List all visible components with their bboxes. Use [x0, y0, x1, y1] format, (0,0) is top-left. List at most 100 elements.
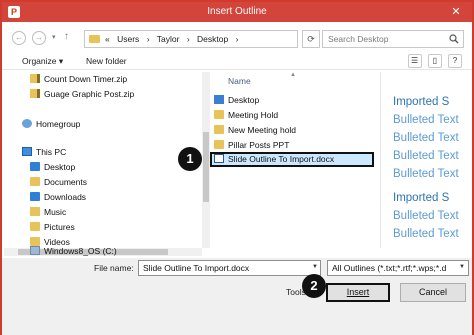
file-item-meeting-hold[interactable]: Meeting Hold [214, 110, 370, 123]
breadcrumb-separator: › [235, 34, 239, 44]
preview-heading: Imported S [393, 96, 450, 108]
nav-item-label: Homegroup [36, 119, 81, 129]
drive-icon [30, 246, 40, 255]
nav-item-label: Count Down Timer.zip [44, 74, 128, 84]
pictures-folder-icon [30, 222, 40, 231]
dialog-title: Insert Outline [207, 6, 267, 17]
pc-icon [22, 147, 32, 156]
nav-item-desktop[interactable]: Desktop [30, 162, 75, 175]
preview-pane: Imported S Bulleted Text Bulleted Text B… [380, 72, 472, 248]
view-controls: ☰ ▯ ? [404, 54, 462, 68]
nav-item-label: Music [44, 207, 67, 217]
up-button[interactable]: ↑ [64, 31, 69, 42]
step-two-callout: 2 [302, 274, 326, 298]
file-name-field[interactable]: Slide Outline To Import.docx ▼ [138, 260, 321, 276]
videos-folder-icon [30, 237, 40, 246]
preview-heading: Imported S [393, 192, 450, 204]
file-item-new-meeting-hold[interactable]: New Meeting hold [214, 125, 370, 138]
navigation-pane: Count Down Timer.zip Guage Graphic Post.… [4, 72, 202, 248]
close-button[interactable]: ✕ [448, 4, 464, 20]
file-list: Name ▲ Desktop Meeting Hold New Meeting … [210, 72, 376, 248]
nav-item-label: Desktop [44, 162, 76, 172]
insert-button-label: Insert [346, 287, 370, 297]
nav-item-label: Pictures [44, 222, 75, 232]
nav-item-count-down-timer-zip[interactable]: Count Down Timer.zip [30, 74, 127, 87]
navigation-scrollbar[interactable] [202, 72, 210, 248]
chevron-down-icon[interactable]: ▼ [459, 264, 465, 270]
cancel-button[interactable]: Cancel [400, 283, 466, 302]
breadcrumb-separator: › [186, 34, 190, 44]
navigation-toolbar: ← → ▾ ↑ « Users › Taylor › Desktop › ⟳ S… [2, 24, 472, 52]
recent-locations-button[interactable]: ▾ [52, 33, 56, 41]
file-type-value: All Outlines (*.txt;*.rtf;*.wps;*.d [332, 263, 447, 273]
zip-folder-icon [30, 74, 40, 83]
step-one-callout: 1 [178, 147, 202, 171]
breadcrumb-users[interactable]: Users [117, 34, 139, 44]
search-placeholder: Search Desktop [328, 34, 389, 44]
zip-folder-icon [30, 89, 40, 98]
nav-item-this-pc[interactable]: This PC [22, 147, 66, 160]
folder-icon [214, 125, 224, 134]
refresh-button[interactable]: ⟳ [302, 30, 320, 48]
insert-button[interactable]: Insert [326, 283, 390, 302]
breadcrumb-overflow[interactable]: « [105, 34, 110, 44]
nav-item-label: This PC [36, 147, 67, 157]
title-bar: Insert Outline ✕ [2, 2, 472, 22]
homegroup-icon [22, 119, 32, 128]
breadcrumb-taylor[interactable]: Taylor [157, 34, 180, 44]
insert-outline-dialog: Insert Outline ✕ ← → ▾ ↑ « Users › Taylo… [0, 0, 474, 335]
command-bar: Organize ▾ New folder ☰ ▯ ? [2, 52, 472, 70]
nav-item-guage-graphic-post-zip[interactable]: Guage Graphic Post.zip [30, 89, 134, 102]
preview-bullet: Bulleted Text [393, 114, 459, 126]
file-item-label: New Meeting hold [228, 125, 297, 135]
nav-item-pictures[interactable]: Pictures [30, 222, 75, 235]
dialog-footer: File name: Slide Outline To Import.docx … [2, 258, 472, 335]
forward-button[interactable]: → [32, 31, 46, 45]
file-item-label: Meeting Hold [228, 110, 279, 120]
preview-bullet: Bulleted Text [393, 210, 459, 222]
nav-item-label: Windows8_OS (C:) [44, 246, 117, 256]
preview-bullet: Bulleted Text [393, 228, 459, 240]
file-item-desktop[interactable]: Desktop [214, 95, 370, 108]
nav-item-documents[interactable]: Documents [30, 177, 87, 190]
preview-pane-icon[interactable]: ▯ [427, 54, 442, 68]
nav-item-label: Guage Graphic Post.zip [44, 89, 135, 99]
help-icon[interactable]: ? [448, 54, 462, 68]
search-input[interactable]: Search Desktop [322, 30, 464, 48]
downloads-folder-icon [30, 192, 40, 201]
documents-folder-icon [30, 177, 40, 186]
change-view-icon[interactable]: ☰ [407, 54, 422, 68]
desktop-folder-icon [30, 162, 40, 171]
column-header-name[interactable]: Name [228, 76, 251, 86]
file-name-label: File name: [94, 263, 134, 273]
scrollbar-thumb[interactable] [203, 132, 209, 202]
preview-bullet: Bulleted Text [393, 132, 459, 144]
nav-item-label: Downloads [44, 192, 87, 202]
nav-item-homegroup[interactable]: Homegroup [22, 119, 80, 132]
file-item-label: Slide Outline To Import.docx [228, 154, 335, 164]
nav-item-label: Documents [44, 177, 87, 187]
nav-item-windows8-os-c[interactable]: Windows8_OS (C:) [30, 246, 117, 259]
file-item-label: Pillar Posts PPT [228, 140, 290, 150]
address-bar[interactable]: « Users › Taylor › Desktop › [84, 30, 298, 48]
nav-item-downloads[interactable]: Downloads [30, 192, 86, 205]
file-item-label: Desktop [228, 95, 260, 105]
file-item-slide-outline-to-import[interactable]: Slide Outline To Import.docx [210, 152, 374, 167]
organize-menu[interactable]: Organize ▾ [22, 56, 63, 67]
search-icon [449, 34, 459, 44]
breadcrumb-separator: › [146, 34, 150, 44]
breadcrumb-desktop[interactable]: Desktop [197, 34, 228, 44]
file-name-value: Slide Outline To Import.docx [143, 263, 250, 273]
nav-item-music[interactable]: Music [30, 207, 66, 220]
folder-icon [214, 110, 224, 119]
music-folder-icon [30, 207, 40, 216]
folder-icon [214, 140, 224, 149]
word-document-icon [214, 154, 224, 163]
sort-arrow-icon: ▲ [290, 72, 296, 78]
file-type-select[interactable]: All Outlines (*.txt;*.rtf;*.wps;*.d ▼ [327, 260, 469, 276]
desktop-icon [214, 95, 224, 104]
new-folder-button[interactable]: New folder [86, 56, 127, 66]
back-button[interactable]: ← [12, 31, 26, 45]
chevron-down-icon[interactable]: ▼ [312, 264, 318, 270]
preview-bullet: Bulleted Text [393, 168, 459, 180]
